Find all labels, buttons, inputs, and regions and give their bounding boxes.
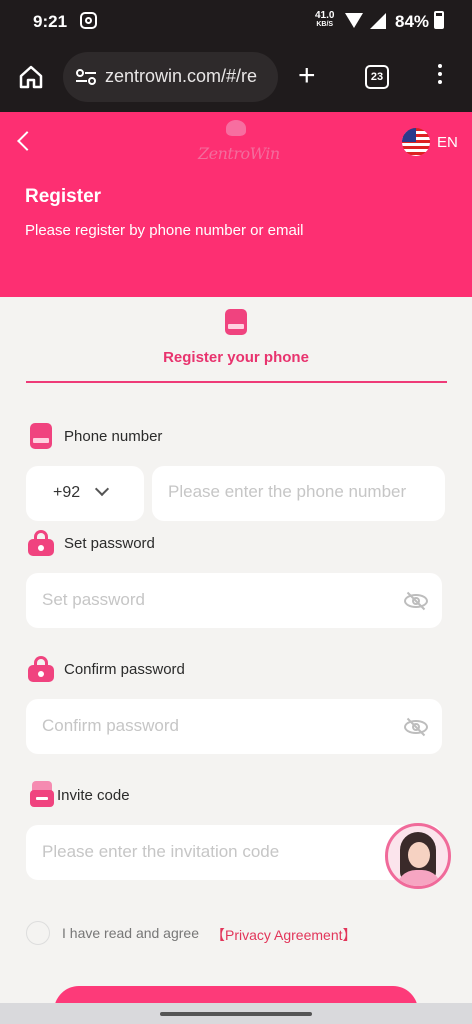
home-icon[interactable] — [18, 64, 44, 90]
password-input-box — [26, 573, 442, 628]
eye-off-icon[interactable] — [404, 591, 428, 611]
country-code-select[interactable]: +92 — [26, 466, 144, 521]
brand-logo: ZentroWin — [196, 120, 280, 166]
more-menu-icon[interactable] — [438, 64, 442, 88]
phone-icon — [30, 423, 52, 449]
page-subtitle: Please register by phone number or email — [25, 222, 304, 239]
confirm-password-input[interactable] — [42, 716, 382, 736]
browser-toolbar: zentrowin.com/#/re + 23 — [0, 44, 472, 112]
signal-icon — [370, 13, 386, 29]
page-header: ZentroWin EN Register Please register by… — [0, 112, 472, 297]
phone-input[interactable] — [168, 482, 433, 502]
network-speed-value: 41.0 — [315, 10, 335, 21]
wifi-icon — [345, 13, 363, 28]
site-settings-icon[interactable] — [75, 68, 97, 86]
confirm-password-label: Confirm password — [64, 661, 185, 678]
agree-checkbox[interactable] — [26, 921, 50, 945]
chevron-down-icon — [94, 481, 110, 497]
page-title: Register — [25, 186, 102, 207]
phone-input-box — [152, 466, 445, 521]
country-code-value: +92 — [53, 484, 81, 501]
us-flag-icon[interactable] — [402, 128, 430, 156]
back-icon[interactable] — [17, 131, 37, 151]
logo-crest — [226, 120, 246, 136]
system-nav-bar — [0, 1003, 472, 1024]
language-selector[interactable]: EN — [437, 134, 458, 151]
gesture-handle[interactable] — [160, 1012, 312, 1016]
status-bar: 9:21 41.0 KB/S 84% — [0, 0, 472, 44]
privacy-agreement-link[interactable]: 【Privacy Agreement】 — [211, 925, 357, 945]
password-input[interactable] — [42, 590, 382, 610]
new-tab-button[interactable]: + — [298, 61, 316, 91]
phone-icon[interactable] — [225, 309, 247, 335]
confirm-input-box — [26, 699, 442, 754]
agree-text: I have read and agree — [62, 925, 199, 941]
customer-service-avatar[interactable] — [385, 823, 451, 889]
battery-icon — [434, 11, 444, 29]
set-password-label: Set password — [64, 535, 155, 552]
battery-percent: 84% — [395, 12, 430, 31]
network-speed: 41.0 KB/S — [315, 11, 334, 29]
tab-underline — [26, 381, 447, 383]
status-time: 9:21 — [33, 12, 68, 31]
network-speed-unit: KB/S — [316, 21, 334, 28]
eye-off-icon[interactable] — [404, 717, 428, 737]
address-bar[interactable]: zentrowin.com/#/re — [63, 52, 278, 102]
lock-icon — [28, 656, 54, 682]
lock-icon — [28, 530, 54, 556]
invite-icon — [30, 781, 54, 807]
logo-wordmark: ZentroWin — [198, 144, 280, 163]
url-text[interactable]: zentrowin.com/#/re — [105, 66, 257, 87]
invite-code-input[interactable] — [42, 842, 382, 862]
tab-switcher-button[interactable]: 23 — [365, 65, 389, 89]
tab-register-phone[interactable]: Register your phone — [0, 349, 472, 366]
invite-input-box — [26, 825, 442, 880]
phone-number-label: Phone number — [64, 428, 163, 445]
invite-code-label: Invite code — [57, 787, 130, 804]
instagram-icon — [80, 12, 97, 29]
